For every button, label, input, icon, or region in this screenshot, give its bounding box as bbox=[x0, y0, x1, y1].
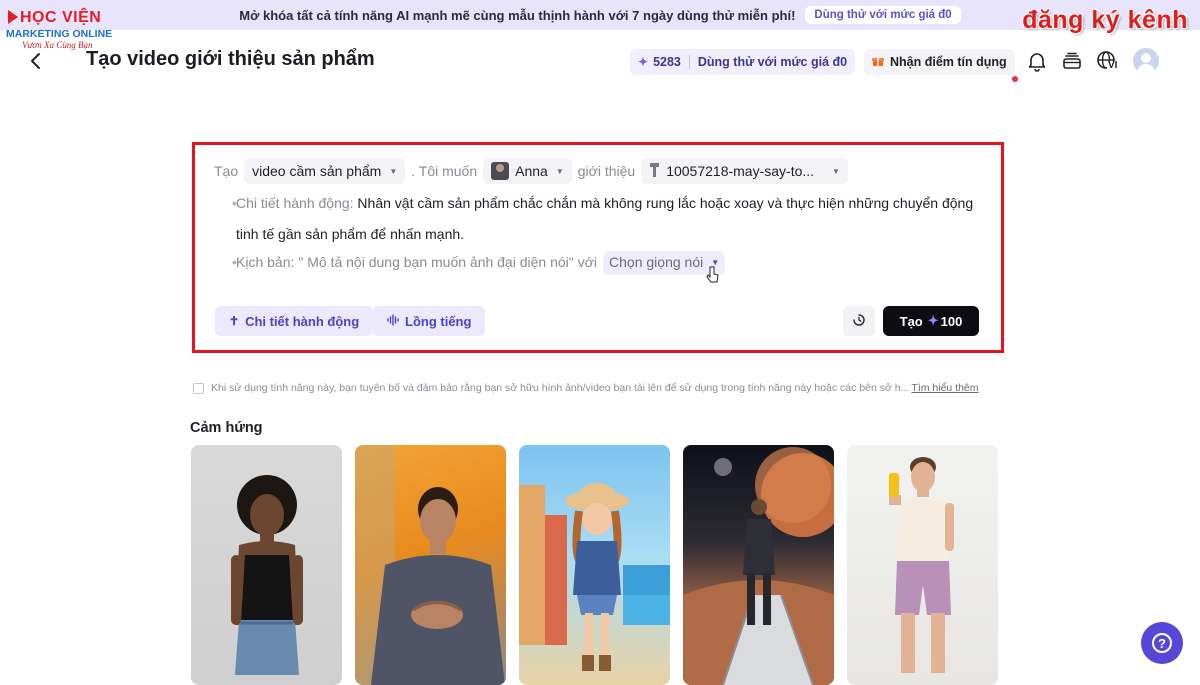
inspiration-card[interactable] bbox=[355, 445, 506, 685]
question-mark-icon: ? bbox=[1152, 633, 1172, 653]
chevron-down-icon: ▼ bbox=[555, 166, 564, 176]
script-input[interactable]: " Mô tả nội dung bạn muốn ảnh đại diện n… bbox=[298, 247, 573, 278]
language-code: VI bbox=[1108, 60, 1118, 71]
inspiration-card[interactable] bbox=[847, 445, 998, 685]
create-button[interactable]: Tạo ✦ 100 bbox=[883, 306, 979, 336]
template-value: video cầm sản phẩm bbox=[252, 163, 382, 179]
avatar-select[interactable]: Anna ▼ bbox=[483, 158, 572, 184]
dub-button[interactable]: Lồng tiếng bbox=[373, 306, 486, 336]
history-button[interactable] bbox=[843, 306, 875, 336]
trial-button[interactable]: Dùng thử với mức giá đ0 bbox=[698, 55, 847, 69]
promo-banner: Mở khóa tất cả tính năng AI mạnh mẽ cùng… bbox=[0, 0, 1200, 30]
inspiration-thumbnail-mars-walk bbox=[683, 447, 834, 685]
promo-trial-button[interactable]: Dùng thử với mức giá đ0 bbox=[805, 6, 961, 24]
terms-disclaimer: Khi sử dụng tính năng này, bạn tuyên bố … bbox=[193, 382, 979, 394]
prompt-card: Tạo video cầm sản phẩm ▼ . Tôi muốn Anna… bbox=[200, 148, 996, 346]
inspiration-heading: Cảm hứng bbox=[190, 420, 263, 436]
avatar-thumbnail bbox=[491, 162, 510, 180]
mouse-cursor-icon bbox=[706, 266, 720, 289]
user-avatar[interactable] bbox=[1133, 48, 1159, 74]
bullet-dot: • bbox=[232, 254, 237, 270]
action-label: Chi tiết hành động: bbox=[236, 195, 354, 211]
avatar-body bbox=[1137, 64, 1155, 74]
learn-more-link[interactable]: Tìm hiểu thêm bbox=[911, 382, 978, 394]
credits-bar[interactable]: ✦ 5283 Dùng thử với mức giá đ0 bbox=[630, 49, 856, 75]
script-line: • Kịch bản: " Mô tả nội dung bạn muốn ản… bbox=[232, 247, 726, 278]
with-word: với bbox=[577, 254, 598, 270]
disclaimer-text: Khi sử dụng tính năng này, bạn tuyên bố … bbox=[211, 382, 910, 394]
want-word: . Tôi muốn bbox=[411, 163, 478, 179]
create-word: Tạo bbox=[214, 163, 239, 179]
inspiration-card[interactable] bbox=[519, 445, 670, 685]
inspiration-thumbnail-cartoon-girl bbox=[519, 483, 670, 671]
inspiration-thumbnail-man-product bbox=[889, 457, 954, 673]
action-detail-line[interactable]: • Chi tiết hành động: Nhân vật cầm sản p… bbox=[232, 188, 984, 250]
dub-label: Lồng tiếng bbox=[405, 313, 472, 329]
dagger-icon: ✝ bbox=[229, 314, 240, 328]
avatar-head bbox=[1141, 53, 1151, 63]
sparkle-icon: ✦ bbox=[927, 313, 939, 328]
page-header: Tạo video giới thiệu sản phẩm ✦ 5283 Dùn… bbox=[0, 30, 1200, 92]
product-value: 10057218-may-say-to... bbox=[666, 163, 815, 179]
credit-count: 5283 bbox=[653, 55, 681, 69]
back-arrow-icon[interactable] bbox=[26, 50, 46, 72]
chevron-down-icon: ▼ bbox=[389, 166, 398, 176]
logo-mark-icon bbox=[8, 10, 18, 24]
reward-label: Nhận điểm tín dụng bbox=[890, 55, 1007, 69]
gift-icon bbox=[872, 55, 884, 70]
inspiration-thumbnail-man-sitting bbox=[355, 445, 505, 685]
create-label: Tạo bbox=[899, 313, 923, 329]
template-select[interactable]: video cầm sản phẩm ▼ bbox=[244, 158, 406, 184]
prompt-sentence: Tạo video cầm sản phẩm ▼ . Tôi muốn Anna… bbox=[214, 158, 854, 184]
bullet-dot: • bbox=[232, 195, 237, 211]
reward-button[interactable]: Nhận điểm tín dụng bbox=[864, 49, 1015, 75]
credits-divider bbox=[688, 55, 690, 69]
promo-text: Mở khóa tất cả tính năng AI mạnh mẽ cùng… bbox=[239, 7, 796, 23]
product-select[interactable]: 10057218-may-say-to... ▼ bbox=[641, 158, 848, 184]
terms-checkbox[interactable] bbox=[193, 382, 204, 394]
help-button[interactable]: ? bbox=[1141, 622, 1183, 664]
sparkle-icon: ✦ bbox=[638, 55, 649, 69]
voice-value: Chọn giọng nói bbox=[609, 254, 704, 270]
chevron-down-icon: ▼ bbox=[832, 166, 840, 176]
introduce-word: giới thiệu bbox=[577, 163, 636, 179]
logo-brand: HỌC VIỆN bbox=[20, 9, 102, 26]
hair-dryer-icon bbox=[649, 162, 660, 181]
script-label: Kịch bản: bbox=[236, 254, 295, 270]
notification-dot bbox=[1012, 76, 1018, 82]
create-cost: 100 bbox=[940, 313, 963, 329]
language-globe-icon[interactable]: VI bbox=[1096, 50, 1120, 74]
action-detail-label: Chi tiết hành động bbox=[245, 313, 360, 329]
inspiration-thumbnail-woman bbox=[231, 475, 303, 675]
inspiration-card[interactable] bbox=[191, 445, 342, 685]
history-icon bbox=[852, 313, 866, 330]
inspiration-card[interactable] bbox=[683, 445, 834, 685]
library-icon[interactable] bbox=[1061, 50, 1085, 74]
action-detail-button[interactable]: ✝ Chi tiết hành động bbox=[215, 306, 374, 336]
page-title: Tạo video giới thiệu sản phẩm bbox=[86, 48, 375, 70]
audio-wave-icon bbox=[387, 313, 399, 329]
bell-icon[interactable] bbox=[1026, 50, 1050, 74]
avatar-value: Anna bbox=[515, 163, 548, 179]
